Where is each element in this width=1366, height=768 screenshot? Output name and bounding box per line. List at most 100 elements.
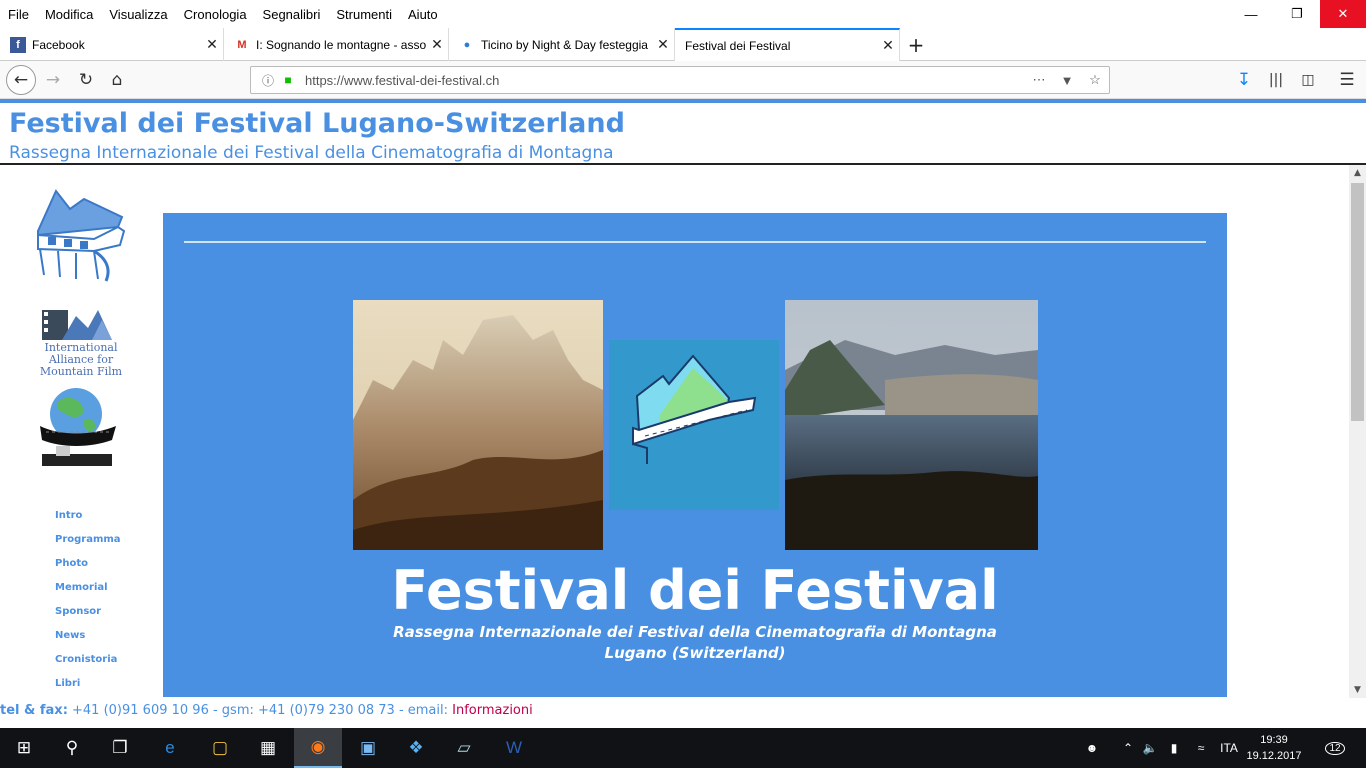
menu-cronologia[interactable]: Cronologia <box>176 7 255 22</box>
menu-modifica[interactable]: Modifica <box>37 7 101 22</box>
contact-label: tel & fax: <box>0 703 68 718</box>
tab-title: Ticino by Night & Day festeggia <box>481 37 648 52</box>
tab-festival[interactable]: Festival dei Festival ✕ <box>675 28 900 61</box>
store-icon[interactable]: ▦ <box>244 728 292 768</box>
lock-icon: ■ <box>284 73 292 87</box>
menu-visualizza[interactable]: Visualizza <box>101 7 175 22</box>
nav-news[interactable]: News <box>55 630 121 654</box>
nav-libri[interactable]: Libri <box>55 678 121 702</box>
close-tab-icon[interactable]: ✕ <box>201 36 223 53</box>
site-subtitle: Rassegna Internazionale dei Festival del… <box>9 143 614 163</box>
tab-ticino[interactable]: ● Ticino by Night & Day festeggia ✕ <box>449 28 675 61</box>
download-icon[interactable]: ↧ <box>1229 65 1259 95</box>
tab-strip: f Facebook ✕ M I: Sognando le montagne -… <box>0 28 1366 61</box>
hamburger-menu-icon[interactable]: ☰ <box>1332 65 1362 95</box>
menu-aiuto[interactable]: Aiuto <box>400 7 446 22</box>
scrollbar-thumb[interactable] <box>1351 183 1364 421</box>
clock-time: 19:39 <box>1260 734 1288 746</box>
url-text[interactable]: https://www.festival-dei-festival.ch <box>297 73 1025 88</box>
windows-start-icon[interactable]: ⊞ <box>0 728 48 768</box>
menu-file[interactable]: File <box>0 7 37 22</box>
search-icon[interactable]: ⚲ <box>48 728 96 768</box>
wifi-icon[interactable]: ≈ <box>1190 728 1212 768</box>
header-divider <box>0 163 1366 165</box>
clock-date: 19.12.2017 <box>1246 750 1302 762</box>
alliance-film-mountain-icon <box>42 310 112 340</box>
nav-bar: ← → ↻ ⌂ ⓘ ■ https://www.festival-dei-fes… <box>0 61 1366 99</box>
close-tab-icon[interactable]: ✕ <box>877 37 899 54</box>
forward-icon[interactable]: → <box>38 65 68 95</box>
nav-sponsor[interactable]: Sponsor <box>55 606 121 630</box>
tab-title: Festival dei Festival <box>685 38 791 53</box>
hero-subtitle-line1: Rassegna Internazionale dei Festival del… <box>393 623 997 641</box>
alliance-text: International Alliance for Mountain Film <box>39 341 123 378</box>
battery-icon[interactable]: ▮ <box>1163 728 1185 768</box>
side-navigation: Intro Programma Photo Memorial Sponsor N… <box>55 510 121 702</box>
notes-app-icon[interactable]: ▱ <box>440 728 488 768</box>
festival-mountain-film-logo[interactable] <box>34 187 126 283</box>
gmail-icon: M <box>237 38 247 51</box>
ticino-icon: ● <box>463 38 471 51</box>
sidebar-icon[interactable]: ◫ <box>1293 65 1323 95</box>
clock[interactable]: 19:39 19.12.2017 <box>1244 732 1304 764</box>
pocket-icon[interactable]: ▼ <box>1053 73 1081 88</box>
scroll-down-icon[interactable]: ▼ <box>1349 682 1366 698</box>
url-bar[interactable]: ⓘ ■ https://www.festival-dei-festival.ch… <box>250 66 1110 94</box>
word-icon[interactable]: W <box>490 728 538 768</box>
reload-icon[interactable]: ↻ <box>71 65 101 95</box>
nav-photo[interactable]: Photo <box>55 558 121 582</box>
contacts-app-icon[interactable]: ▣ <box>344 728 392 768</box>
language-indicator[interactable]: ITA <box>1215 728 1243 768</box>
minimize-icon[interactable]: — <box>1228 0 1274 28</box>
taskbar: ⊞ ⚲ ❐ e ▢ ▦ ◉ ▣ ❖ ▱ W ☻ ⌃ 🔈 ▮ ≈ ITA 19:3… <box>0 728 1366 768</box>
tab-gmail[interactable]: M I: Sognando le montagne - asso ✕ <box>224 28 449 61</box>
mountain-rocks-photo <box>353 300 603 550</box>
people-icon[interactable]: ☻ <box>1080 728 1104 768</box>
page-scrollbar[interactable]: ▲ ▼ <box>1349 165 1366 698</box>
menu-bar: File Modifica Visualizza Cronologia Segn… <box>0 0 1366 28</box>
hero-rule <box>184 241 1206 243</box>
dropbox-icon[interactable]: ❖ <box>392 728 440 768</box>
close-tab-icon[interactable]: ✕ <box>426 36 448 53</box>
notification-center-icon[interactable]: 12 <box>1320 728 1350 768</box>
hero-title: Festival dei Festival <box>391 559 999 622</box>
lake-lugano-photo <box>785 300 1038 550</box>
home-icon[interactable]: ⌂ <box>102 65 132 95</box>
window-controls: — ❐ ✕ <box>1228 0 1366 28</box>
center-logo <box>609 340 779 510</box>
screen: File Modifica Visualizza Cronologia Segn… <box>0 0 1366 768</box>
library-icon[interactable]: ||| <box>1261 65 1291 95</box>
restore-icon[interactable]: ❐ <box>1274 0 1320 28</box>
firefox-icon[interactable]: ◉ <box>294 728 342 768</box>
edge-icon[interactable]: e <box>146 728 194 768</box>
new-tab-icon[interactable]: + <box>903 28 929 61</box>
top-accent-line <box>0 99 1366 103</box>
close-window-icon[interactable]: ✕ <box>1320 0 1366 28</box>
film-mountain-icon <box>632 354 757 464</box>
back-icon[interactable]: ← <box>6 65 36 95</box>
menu-strumenti[interactable]: Strumenti <box>328 7 400 22</box>
hero-panel: Festival dei Festival Rassegna Internazi… <box>163 213 1227 697</box>
task-view-icon[interactable]: ❐ <box>96 728 144 768</box>
nav-memorial[interactable]: Memorial <box>55 582 121 606</box>
tab-facebook[interactable]: f Facebook ✕ <box>0 28 224 61</box>
nav-programma[interactable]: Programma <box>55 534 121 558</box>
alliance-logo[interactable]: International Alliance for Mountain Film <box>36 306 126 386</box>
tab-title: I: Sognando le montagne - asso <box>256 37 426 52</box>
informazioni-link[interactable]: Informazioni <box>452 703 533 718</box>
tray-expand-icon[interactable]: ⌃ <box>1118 728 1138 768</box>
close-tab-icon[interactable]: ✕ <box>652 36 674 53</box>
scroll-up-icon[interactable]: ▲ <box>1349 165 1366 181</box>
globe-trophy-logo[interactable] <box>36 384 120 469</box>
volume-icon[interactable]: 🔈 <box>1140 728 1160 768</box>
notification-count: 12 <box>1325 741 1345 755</box>
menu-segnalibri[interactable]: Segnalibri <box>255 7 329 22</box>
nav-cronistoria[interactable]: Cronistoria <box>55 654 121 678</box>
info-icon[interactable]: ⓘ <box>257 72 279 89</box>
file-explorer-icon[interactable]: ▢ <box>196 728 244 768</box>
facebook-icon: f <box>10 36 26 53</box>
nav-intro[interactable]: Intro <box>55 510 121 534</box>
page-actions-icon[interactable]: ⋯ <box>1025 72 1053 88</box>
web-page: Festival dei Festival Lugano-Switzerland… <box>0 99 1366 728</box>
bookmark-star-icon[interactable]: ☆ <box>1081 72 1109 88</box>
